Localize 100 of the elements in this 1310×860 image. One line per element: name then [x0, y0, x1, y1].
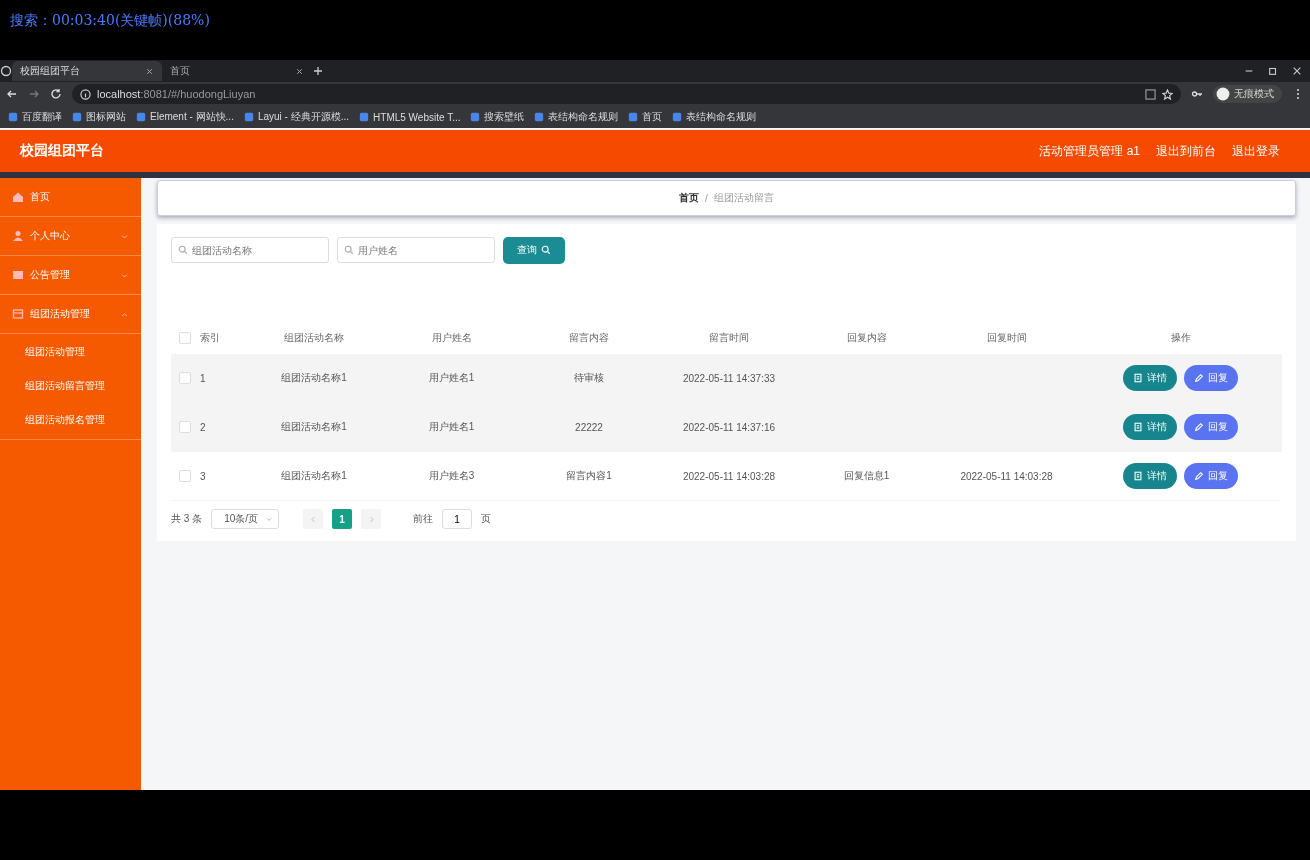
edit-icon — [1194, 422, 1204, 432]
search-field[interactable]: 用户姓名 — [337, 237, 495, 263]
bookmark-icon — [72, 112, 82, 122]
table-cell: 用户姓名1 — [428, 421, 475, 432]
edit-icon — [1194, 373, 1204, 383]
user-icon — [12, 230, 24, 242]
document-icon — [1133, 471, 1143, 481]
sidebar-subitem[interactable]: 组团活动报名管理 — [0, 403, 141, 437]
bookmark-icon — [359, 112, 370, 122]
bookmark[interactable]: 图标网站 — [72, 110, 126, 124]
search-field[interactable]: 组团活动名称 — [171, 237, 329, 263]
bookmark[interactable]: Layui - 经典开源模... — [243, 110, 350, 124]
next-page-button[interactable] — [361, 509, 382, 529]
column-header: 操作 — [1170, 332, 1191, 343]
details-button[interactable]: 详情 — [1123, 414, 1177, 440]
document-icon — [1133, 373, 1143, 383]
restore-icon — [1268, 66, 1278, 76]
table-cell: 组团活动名称1 — [281, 421, 347, 432]
close-icon — [1292, 66, 1302, 76]
header-link[interactable]: 退出登录 — [1232, 142, 1280, 160]
row-checkbox[interactable] — [179, 372, 191, 385]
bookmark-icon — [243, 112, 254, 122]
close-icon — [145, 66, 154, 76]
table-cell: 3 — [200, 470, 206, 482]
sidebar-item[interactable]: 首页 — [0, 178, 141, 217]
bookmark-icon — [672, 112, 683, 122]
player-status-text: 搜索：00:03:40(关键帧)(88%) — [10, 12, 210, 30]
browser-tab[interactable]: 首页 — [162, 61, 312, 81]
bookmark[interactable]: 搜索壁纸 — [470, 110, 525, 124]
query-button[interactable]: 查询 — [503, 236, 565, 264]
sidebar-item[interactable]: 组团活动管理 — [0, 295, 141, 334]
table-cell: 2022-05-11 14:03:28 — [960, 470, 1053, 482]
bookmark-icon — [534, 112, 545, 122]
chevron-icon — [265, 515, 274, 523]
row-checkbox[interactable] — [179, 421, 191, 434]
table-cell: 22222 — [575, 421, 603, 433]
bookmark-icon — [136, 112, 146, 122]
table-cell: 待审核 — [574, 372, 604, 383]
column-header: 回复内容 — [846, 332, 887, 343]
table-cell: 2022-05-11 14:03:28 — [682, 470, 776, 482]
table-cell: 回复信息1 — [843, 470, 890, 481]
key-icon — [1191, 88, 1203, 100]
row-checkbox[interactable] — [179, 470, 191, 483]
column-header: 组团活动名称 — [284, 332, 344, 343]
previous-page-button[interactable] — [303, 509, 324, 529]
breadcrumb-item[interactable]: 组团活动留言 — [713, 191, 774, 205]
box-icon — [12, 308, 24, 320]
reload-icon — [50, 88, 62, 100]
details-button[interactable]: 详情 — [1123, 365, 1177, 391]
reply-button[interactable]: 回复 — [1184, 365, 1238, 391]
sidebar-item[interactable]: 公告管理 — [0, 256, 141, 295]
bookmark[interactable]: 表结构命名规则 — [672, 110, 757, 124]
browser-tab[interactable]: 校园组团平台 — [12, 61, 162, 81]
page-size-select[interactable]: 10条/页 — [211, 509, 280, 529]
column-header: 回复时间 — [986, 332, 1027, 343]
bookmark-icon — [470, 112, 481, 122]
back-icon — [6, 88, 18, 100]
reply-button[interactable]: 回复 — [1184, 414, 1238, 440]
bookmark-icon — [8, 112, 18, 122]
close-icon — [295, 66, 304, 76]
total-count: 共 3 条 — [171, 512, 203, 526]
address-bar[interactable]: localhost:8081/#/huodongLiuyan — [72, 84, 1181, 104]
column-header: 用户姓名 — [431, 332, 472, 343]
sidebar-subitem[interactable]: 组团活动留言管理 — [0, 369, 141, 403]
page-button[interactable]: 1 — [332, 509, 353, 529]
breadcrumb-separator: / — [705, 192, 708, 204]
home-icon — [12, 191, 24, 203]
bookmark[interactable]: Element - 网站快... — [136, 110, 234, 124]
forward-icon — [28, 88, 40, 100]
header-link[interactable]: 活动管理员管理 a1 — [1039, 142, 1140, 160]
breadcrumb-item[interactable]: 首页 — [679, 191, 700, 205]
reply-button[interactable]: 回复 — [1184, 463, 1238, 489]
bookmark[interactable]: HTML5 Website T... — [359, 111, 461, 123]
column-header: 索引 — [200, 332, 220, 343]
table-cell: 2022-05-11 14:37:33 — [682, 372, 776, 384]
bookmark[interactable]: 首页 — [628, 110, 663, 124]
header-link[interactable]: 退出到前台 — [1156, 142, 1216, 160]
incognito-badge[interactable]: 无痕模式 — [1213, 85, 1282, 103]
bookmark[interactable]: 百度翻译 — [8, 110, 62, 124]
chevron-left-icon — [308, 514, 318, 524]
document-icon — [1133, 422, 1143, 432]
app-title: 校园组团平台 — [20, 142, 105, 160]
table-cell: 组团活动名称1 — [281, 470, 347, 481]
table-cell: 用户姓名1 — [428, 372, 475, 383]
table-cell: 组团活动名称1 — [281, 372, 347, 383]
info-icon — [80, 88, 91, 100]
sidebar-subitem[interactable]: 组团活动管理 — [0, 335, 141, 369]
bookmark[interactable]: 表结构命名规则 — [534, 110, 619, 124]
new-tab-icon — [312, 65, 324, 77]
bookmark-icon — [628, 112, 639, 122]
search-icon — [178, 245, 188, 255]
search-icon — [541, 245, 551, 255]
select-all-checkbox[interactable] — [179, 332, 191, 345]
page-suffix: 页 — [481, 512, 492, 526]
sidebar-item[interactable]: 个人中心 — [0, 217, 141, 256]
details-button[interactable]: 详情 — [1123, 463, 1177, 489]
edit-icon — [1194, 471, 1204, 481]
page-number-field[interactable]: 1 — [442, 509, 473, 529]
goto-label: 前往 — [413, 512, 434, 526]
column-header: 留言时间 — [709, 332, 749, 343]
